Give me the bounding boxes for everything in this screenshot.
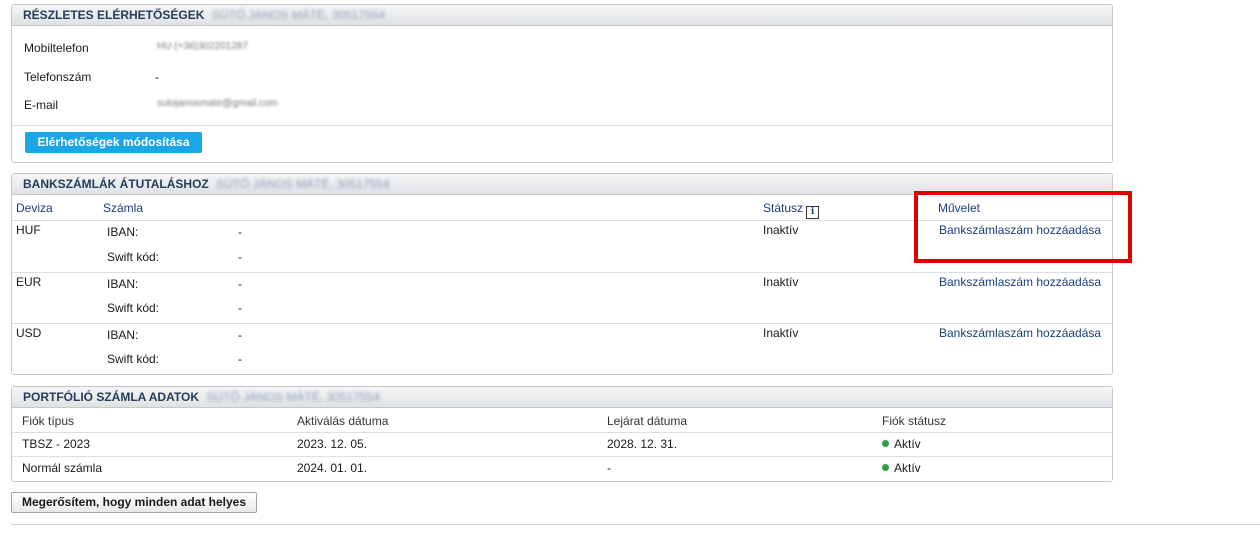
row-normal-status-label: Aktív [894, 461, 921, 475]
row-divider [12, 323, 1112, 324]
phone-value: - [155, 70, 159, 84]
row-usd-currency: USD [16, 326, 42, 340]
row-eur-status: Inaktív [763, 275, 799, 289]
row-eur-add-account-link[interactable]: Bankszámlaszám hozzáadása [939, 275, 1101, 289]
status-dot-icon [882, 464, 889, 471]
email-value: sutojanosmate@gmail.com [157, 98, 278, 109]
contacts-panel: RÉSZLETES ELÉRHETŐSÉGEK SÜTŐ JÁNOS MÁTÉ,… [11, 4, 1113, 163]
portfolio-header-divider [12, 432, 1112, 433]
phone-label: Telefonszám [24, 70, 92, 84]
col-expiry-date: Lejárat dátuma [607, 414, 688, 428]
email-label: E-mail [24, 98, 59, 112]
row-eur-currency: EUR [16, 275, 42, 289]
row-tbsz-status-label: Aktív [894, 437, 921, 451]
confirm-data-button[interactable]: Megerősítem, hogy minden adat helyes [11, 492, 257, 513]
row-huf-swift-label: Swift kód: [107, 250, 160, 264]
contacts-panel-header: RÉSZLETES ELÉRHETŐSÉGEK SÜTŐ JÁNOS MÁTÉ,… [12, 5, 1112, 26]
row-huf-swift-value: - [238, 250, 242, 264]
row-divider [12, 456, 1112, 457]
col-status: Státusz i [763, 201, 820, 219]
col-account-status: Fiók státusz [882, 414, 947, 428]
row-eur-swift-label: Swift kód: [107, 301, 160, 315]
col-account: Számla [103, 201, 144, 215]
row-eur-swift-value: - [238, 301, 242, 315]
row-huf-currency: HUF [16, 223, 41, 237]
row-tbsz-expiry: 2028. 12. 31. [607, 437, 678, 451]
row-tbsz-activation: 2023. 12. 05. [297, 437, 368, 451]
edit-contacts-button[interactable]: Elérhetőségek módosítása [25, 132, 202, 153]
row-normal-activation: 2024. 01. 01. [297, 461, 368, 475]
row-normal-status: Aktív [882, 461, 921, 475]
row-huf-status: Inaktív [763, 223, 799, 237]
row-huf-iban-value: - [238, 225, 242, 239]
row-normal-type: Normál számla [22, 461, 103, 475]
mobile-label: Mobiltelefon [24, 41, 89, 55]
portfolio-title: PORTFÓLIÓ SZÁMLA ADATOK [23, 390, 199, 404]
row-normal-expiry: - [607, 461, 611, 475]
row-tbsz-type: TBSZ - 2023 [22, 437, 91, 451]
portfolio-panel: PORTFÓLIÓ SZÁMLA ADATOK SÜTŐ JÁNOS MÁTÉ,… [11, 386, 1113, 482]
row-usd-swift-value: - [238, 352, 242, 366]
contacts-owner: SÜTŐ JÁNOS MÁTÉ, 30517554 [211, 8, 386, 22]
bank-accounts-title: BANKSZÁMLÁK ÁTUTALÁSHOZ [23, 177, 209, 191]
footer-divider [11, 524, 1260, 525]
row-divider [12, 272, 1112, 273]
col-account-type: Fiók típus [22, 414, 75, 428]
col-status-label: Státusz [763, 201, 804, 215]
highlight-box [914, 191, 1132, 263]
contacts-title: RÉSZLETES ELÉRHETŐSÉGEK [23, 8, 205, 22]
row-usd-iban-value: - [238, 328, 242, 342]
row-usd-status: Inaktív [763, 326, 799, 340]
bank-accounts-owner: SÜTŐ JÁNOS MÁTÉ, 30517554 [216, 177, 390, 191]
col-activation-date: Aktiválás dátuma [297, 414, 389, 428]
portfolio-owner: SÜTŐ JÁNOS MÁTÉ, 30517554 [206, 390, 380, 404]
info-icon[interactable]: i [806, 206, 820, 219]
status-dot-icon [882, 440, 889, 447]
row-eur-iban-value: - [238, 277, 242, 291]
row-usd-add-account-link[interactable]: Bankszámlaszám hozzáadása [939, 326, 1101, 340]
row-usd-swift-label: Swift kód: [107, 352, 160, 366]
row-usd-iban-label: IBAN: [107, 328, 139, 342]
row-tbsz-status: Aktív [882, 437, 921, 451]
col-currency: Deviza [16, 201, 53, 215]
mobile-value: HU (+36)302201287 [157, 41, 248, 52]
contacts-divider [12, 125, 1112, 126]
row-eur-iban-label: IBAN: [107, 277, 139, 291]
portfolio-panel-header: PORTFÓLIÓ SZÁMLA ADATOK SÜTŐ JÁNOS MÁTÉ,… [12, 387, 1112, 408]
row-huf-iban-label: IBAN: [107, 225, 139, 239]
